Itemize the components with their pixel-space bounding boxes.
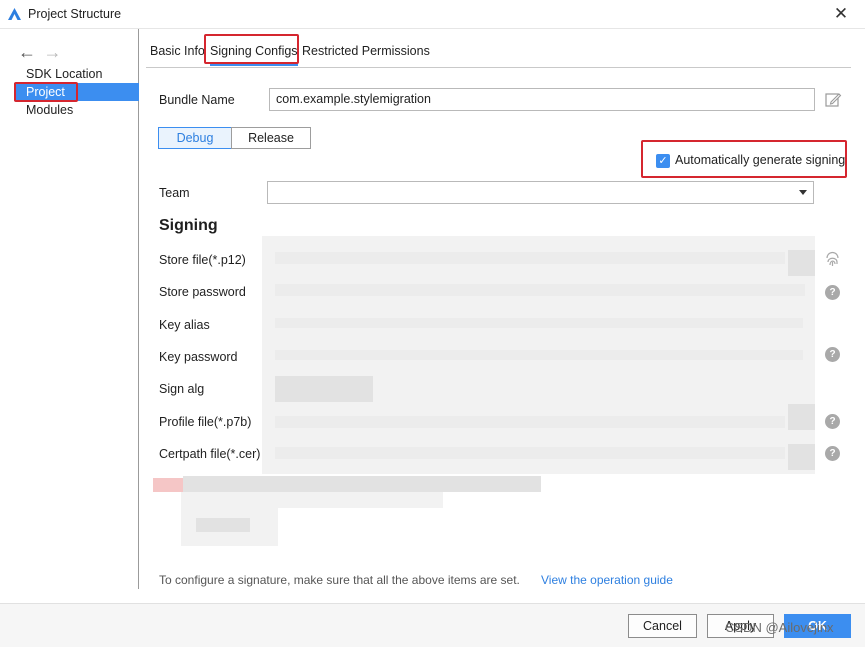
obscured-region <box>275 350 803 360</box>
cancel-button[interactable]: Cancel <box>628 614 697 638</box>
app-logo-icon <box>8 8 21 20</box>
help-icon[interactable]: ? <box>825 446 840 461</box>
close-button[interactable]: ✕ <box>831 4 851 24</box>
profile-file-label: Profile file(*.p7b) <box>159 415 252 429</box>
forward-arrow-icon[interactable]: → <box>43 42 65 63</box>
tab-restricted-permissions[interactable]: Restricted Permissions <box>302 44 430 58</box>
edit-icon[interactable] <box>824 91 842 109</box>
obscured-region <box>275 447 785 459</box>
tab-basic-info[interactable]: Basic Info <box>150 44 205 58</box>
fingerprint-icon[interactable] <box>824 251 841 268</box>
window-title: Project Structure <box>28 7 122 21</box>
release-toggle[interactable]: Release <box>231 127 311 149</box>
certpath-file-label: Certpath file(*.cer) <box>159 447 261 461</box>
obscured-region <box>275 284 805 296</box>
nav-arrows: ← → <box>18 42 65 63</box>
sidebar-item-project[interactable]: Project <box>14 82 139 102</box>
obscured-region <box>196 518 250 532</box>
obscured-region <box>275 318 803 328</box>
debug-toggle[interactable]: Debug <box>158 127 232 149</box>
store-password-label: Store password <box>159 285 246 299</box>
obscured-region <box>181 492 443 508</box>
help-icon[interactable]: ? <box>825 285 840 300</box>
help-icon[interactable]: ? <box>825 414 840 429</box>
highlight-box <box>204 34 299 64</box>
signing-section-title: Signing <box>159 217 218 234</box>
obscured-region <box>275 376 373 402</box>
bundle-name-field[interactable]: com.example.stylemigration <box>269 88 815 111</box>
auto-sign-checkbox[interactable]: ✓ <box>656 154 670 168</box>
operation-guide-link[interactable]: View the operation guide <box>541 573 673 587</box>
obscured-region <box>788 250 815 276</box>
store-file-label: Store file(*.p12) <box>159 253 246 267</box>
obscured-region <box>788 444 815 470</box>
highlight-box <box>14 82 78 102</box>
sidebar-item-label: Modules <box>26 103 74 117</box>
key-alias-label: Key alias <box>159 318 210 332</box>
bundle-name-label: Bundle Name <box>159 93 235 107</box>
sidebar-item-modules[interactable]: Modules <box>14 101 139 119</box>
obscured-region <box>183 476 541 492</box>
obscured-region <box>153 478 183 492</box>
help-icon[interactable]: ? <box>825 347 840 362</box>
auto-sign-label[interactable]: Automatically generate signing <box>675 153 845 167</box>
team-label: Team <box>159 186 190 200</box>
back-arrow-icon[interactable]: ← <box>18 42 40 63</box>
title-bar: Project Structure ✕ <box>0 0 865 29</box>
chevron-down-icon <box>799 190 807 195</box>
team-select[interactable] <box>267 181 814 204</box>
obscured-region <box>275 416 785 428</box>
sign-alg-label: Sign alg <box>159 382 205 396</box>
watermark: CSDN @Ailovejinx <box>725 620 834 635</box>
sidebar-item-sdk-location[interactable]: SDK Location <box>14 65 139 83</box>
sidebar: ← → SDK Location Project Modules <box>0 29 139 589</box>
sidebar-item-label: SDK Location <box>26 67 103 81</box>
footer-note: To configure a signature, make sure that… <box>159 573 520 587</box>
obscured-region <box>275 252 785 264</box>
key-password-label: Key password <box>159 350 238 364</box>
obscured-region <box>788 404 815 430</box>
